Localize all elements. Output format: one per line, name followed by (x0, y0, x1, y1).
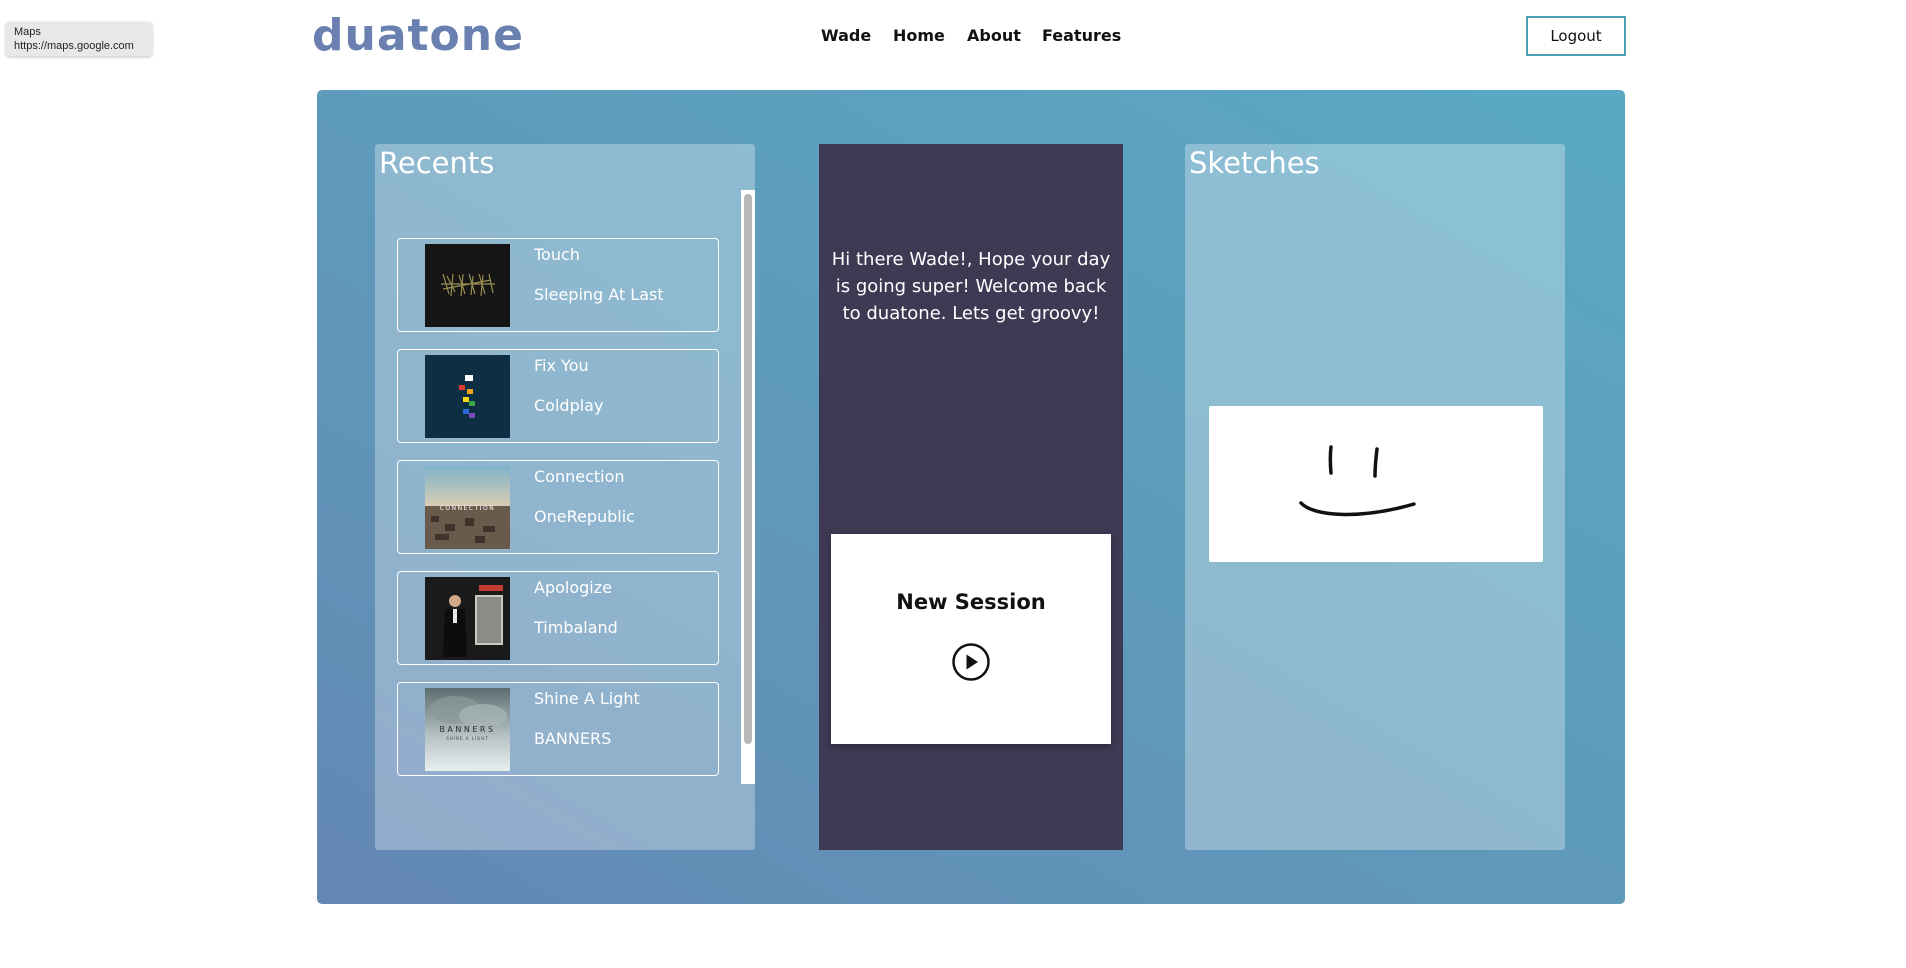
nav-item-wade[interactable]: Wade (821, 26, 871, 45)
tooltip-url: https://maps.google.com (14, 40, 134, 52)
album-cover-fix-you (425, 355, 510, 438)
song-title: Connection (534, 467, 625, 486)
new-session-card[interactable]: New Session (831, 534, 1111, 744)
welcome-message: Hi there Wade!, Hope your day is going s… (831, 249, 1111, 324)
logout-button[interactable]: Logout (1526, 16, 1626, 56)
song-item-shine-a-light[interactable]: BANNERS SHINE A LIGHT Shine A Light BANN… (397, 682, 719, 776)
play-icon[interactable] (951, 642, 991, 682)
song-item-fix-you[interactable]: Fix You Coldplay (397, 349, 719, 443)
album-cover-connection: CONNECTION (425, 466, 510, 549)
welcome-panel: Hi there Wade!, Hope your day is going s… (819, 144, 1123, 850)
new-session-title: New Session (896, 590, 1046, 614)
song-artist: Sleeping At Last (534, 285, 664, 304)
song-artist: Coldplay (534, 396, 604, 415)
tooltip-title: Maps (14, 26, 41, 38)
song-title: Touch (534, 245, 580, 264)
song-title: Shine A Light (534, 689, 640, 708)
song-artist: Timbaland (534, 618, 618, 637)
recents-list[interactable]: Touch Sleeping At Last Fix You Coldplay … (395, 238, 725, 832)
scrollbar-thumb[interactable] (744, 194, 752, 744)
nav-item-home[interactable]: Home (893, 26, 945, 45)
nav-item-features[interactable]: Features (1042, 26, 1121, 45)
cover-text-connection: CONNECTION (440, 505, 496, 512)
sketches-panel: Sketches (1185, 144, 1565, 850)
recents-scrollbar[interactable] (741, 190, 755, 784)
sketch-thumbnail[interactable] (1209, 406, 1543, 562)
dashboard-container: Recents Touch Sleeping At Last Fix You C… (317, 90, 1625, 904)
smiley-sketch-icon (1299, 445, 1416, 517)
album-cover-apologize (425, 577, 510, 660)
cover-subtext-banners: SHINE A LIGHT (446, 736, 488, 741)
cover-text-banners: BANNERS (439, 725, 495, 734)
app-logo[interactable]: duatone (312, 8, 524, 64)
browser-link-tooltip: Maps https://maps.google.com (6, 22, 152, 56)
sketches-title: Sketches (1189, 146, 1320, 180)
song-artist: BANNERS (534, 729, 612, 748)
album-cover-shine-a-light: BANNERS SHINE A LIGHT (425, 688, 510, 771)
recents-panel: Recents Touch Sleeping At Last Fix You C… (375, 144, 755, 850)
song-item-apologize[interactable]: Apologize Timbaland (397, 571, 719, 665)
song-item-touch[interactable]: Touch Sleeping At Last (397, 238, 719, 332)
album-cover-touch (425, 244, 510, 327)
song-item-connection[interactable]: CONNECTION Connection OneRepublic (397, 460, 719, 554)
song-title: Apologize (534, 578, 612, 597)
nav-item-about[interactable]: About (967, 26, 1021, 45)
song-artist: OneRepublic (534, 507, 635, 526)
recents-title: Recents (379, 146, 495, 180)
song-title: Fix You (534, 356, 589, 375)
